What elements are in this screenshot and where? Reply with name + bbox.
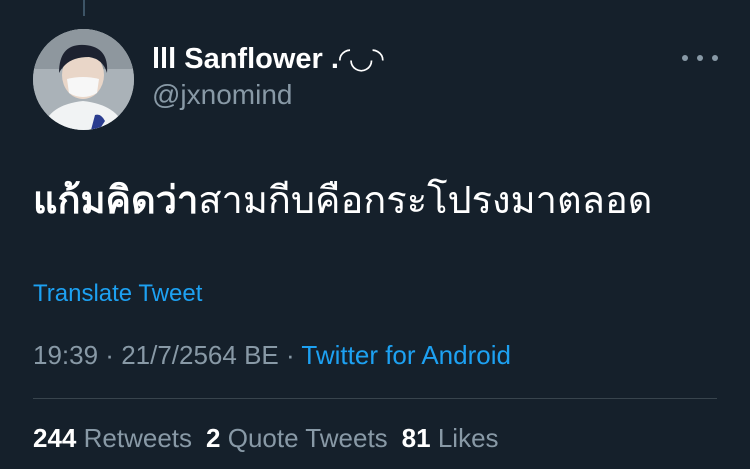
likes-label: Likes: [437, 423, 499, 453]
tweet-text: แก้มคิดว่าสามกีบคือกระโปรงมาตลอด: [33, 176, 652, 226]
tweet-text-bold: แก้มคิดว่า: [33, 180, 199, 222]
quote-tweets-label: Quote Tweets: [227, 423, 388, 453]
meta-separator: ·: [98, 340, 122, 370]
meta-separator: ·: [278, 340, 302, 370]
more-options-button[interactable]: [682, 44, 718, 72]
avatar-image: [33, 29, 134, 130]
likes-count: 81: [401, 423, 431, 453]
tweet-stats: 244 Retweets 2 Quote Tweets 81 Likes: [33, 421, 513, 455]
display-name[interactable]: lll Sanflower .◜◡◝: [152, 41, 384, 77]
translate-tweet-link[interactable]: Translate Tweet: [33, 279, 202, 309]
retweets-count: 244: [33, 423, 77, 453]
quote-tweets-stat[interactable]: 2 Quote Tweets: [206, 423, 388, 453]
retweets-label: Retweets: [83, 423, 193, 453]
username[interactable]: @jxnomind: [152, 78, 292, 112]
tweet-meta: 19:39 · 21/7/2564 BE · Twitter for Andro…: [33, 338, 511, 372]
divider: [33, 398, 717, 399]
tweet-time[interactable]: 19:39: [33, 340, 98, 370]
quote-tweets-count: 2: [206, 423, 221, 453]
more-horizontal-icon-dot: [697, 55, 703, 61]
tweet-date[interactable]: 21/7/2564 BE: [121, 340, 279, 370]
thread-line: [83, 0, 85, 16]
more-horizontal-icon-dot: [712, 55, 718, 61]
avatar[interactable]: [33, 29, 134, 130]
tweet-text-rest: สามกีบคือกระโปรงมาตลอด: [198, 180, 653, 222]
likes-stat[interactable]: 81 Likes: [402, 423, 499, 453]
more-horizontal-icon: [682, 55, 688, 61]
retweets-stat[interactable]: 244 Retweets: [33, 423, 192, 453]
tweet-source-link[interactable]: Twitter for Android: [301, 340, 511, 370]
